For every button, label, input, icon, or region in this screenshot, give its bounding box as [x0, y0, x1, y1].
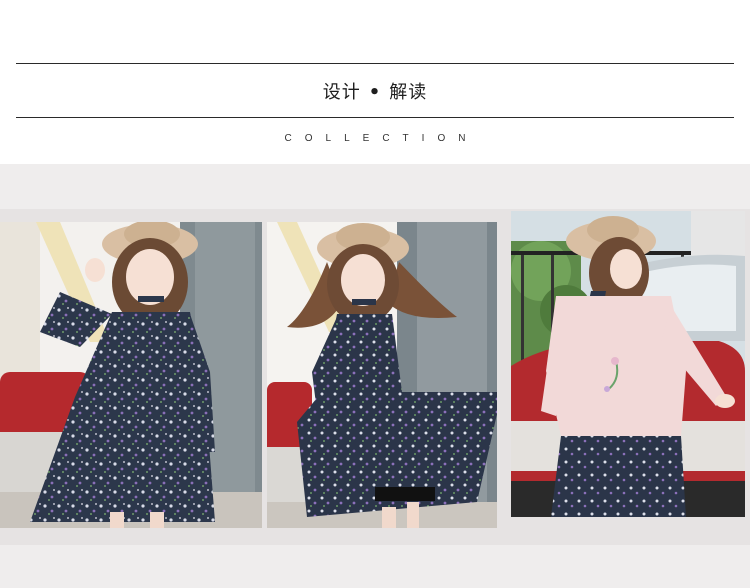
title-dot: • [368, 82, 382, 103]
photo-model-twirl [267, 222, 497, 528]
top-divider [16, 63, 734, 64]
title-right: 解读 [389, 82, 428, 103]
bottom-divider [16, 117, 734, 118]
section-title: 设计 • 解读 [0, 80, 750, 106]
photo-model-twirl-image [267, 222, 497, 528]
photo-model-back-image [511, 211, 745, 517]
title-left: 设计 [322, 82, 361, 103]
collection-subtitle: COLLECTION [284, 133, 479, 144]
photo-model-front [0, 222, 262, 528]
photo-model-front-image [0, 222, 262, 528]
photo-model-back [511, 211, 745, 517]
header-section: 设计 • 解读 COLLECTION [0, 0, 750, 164]
